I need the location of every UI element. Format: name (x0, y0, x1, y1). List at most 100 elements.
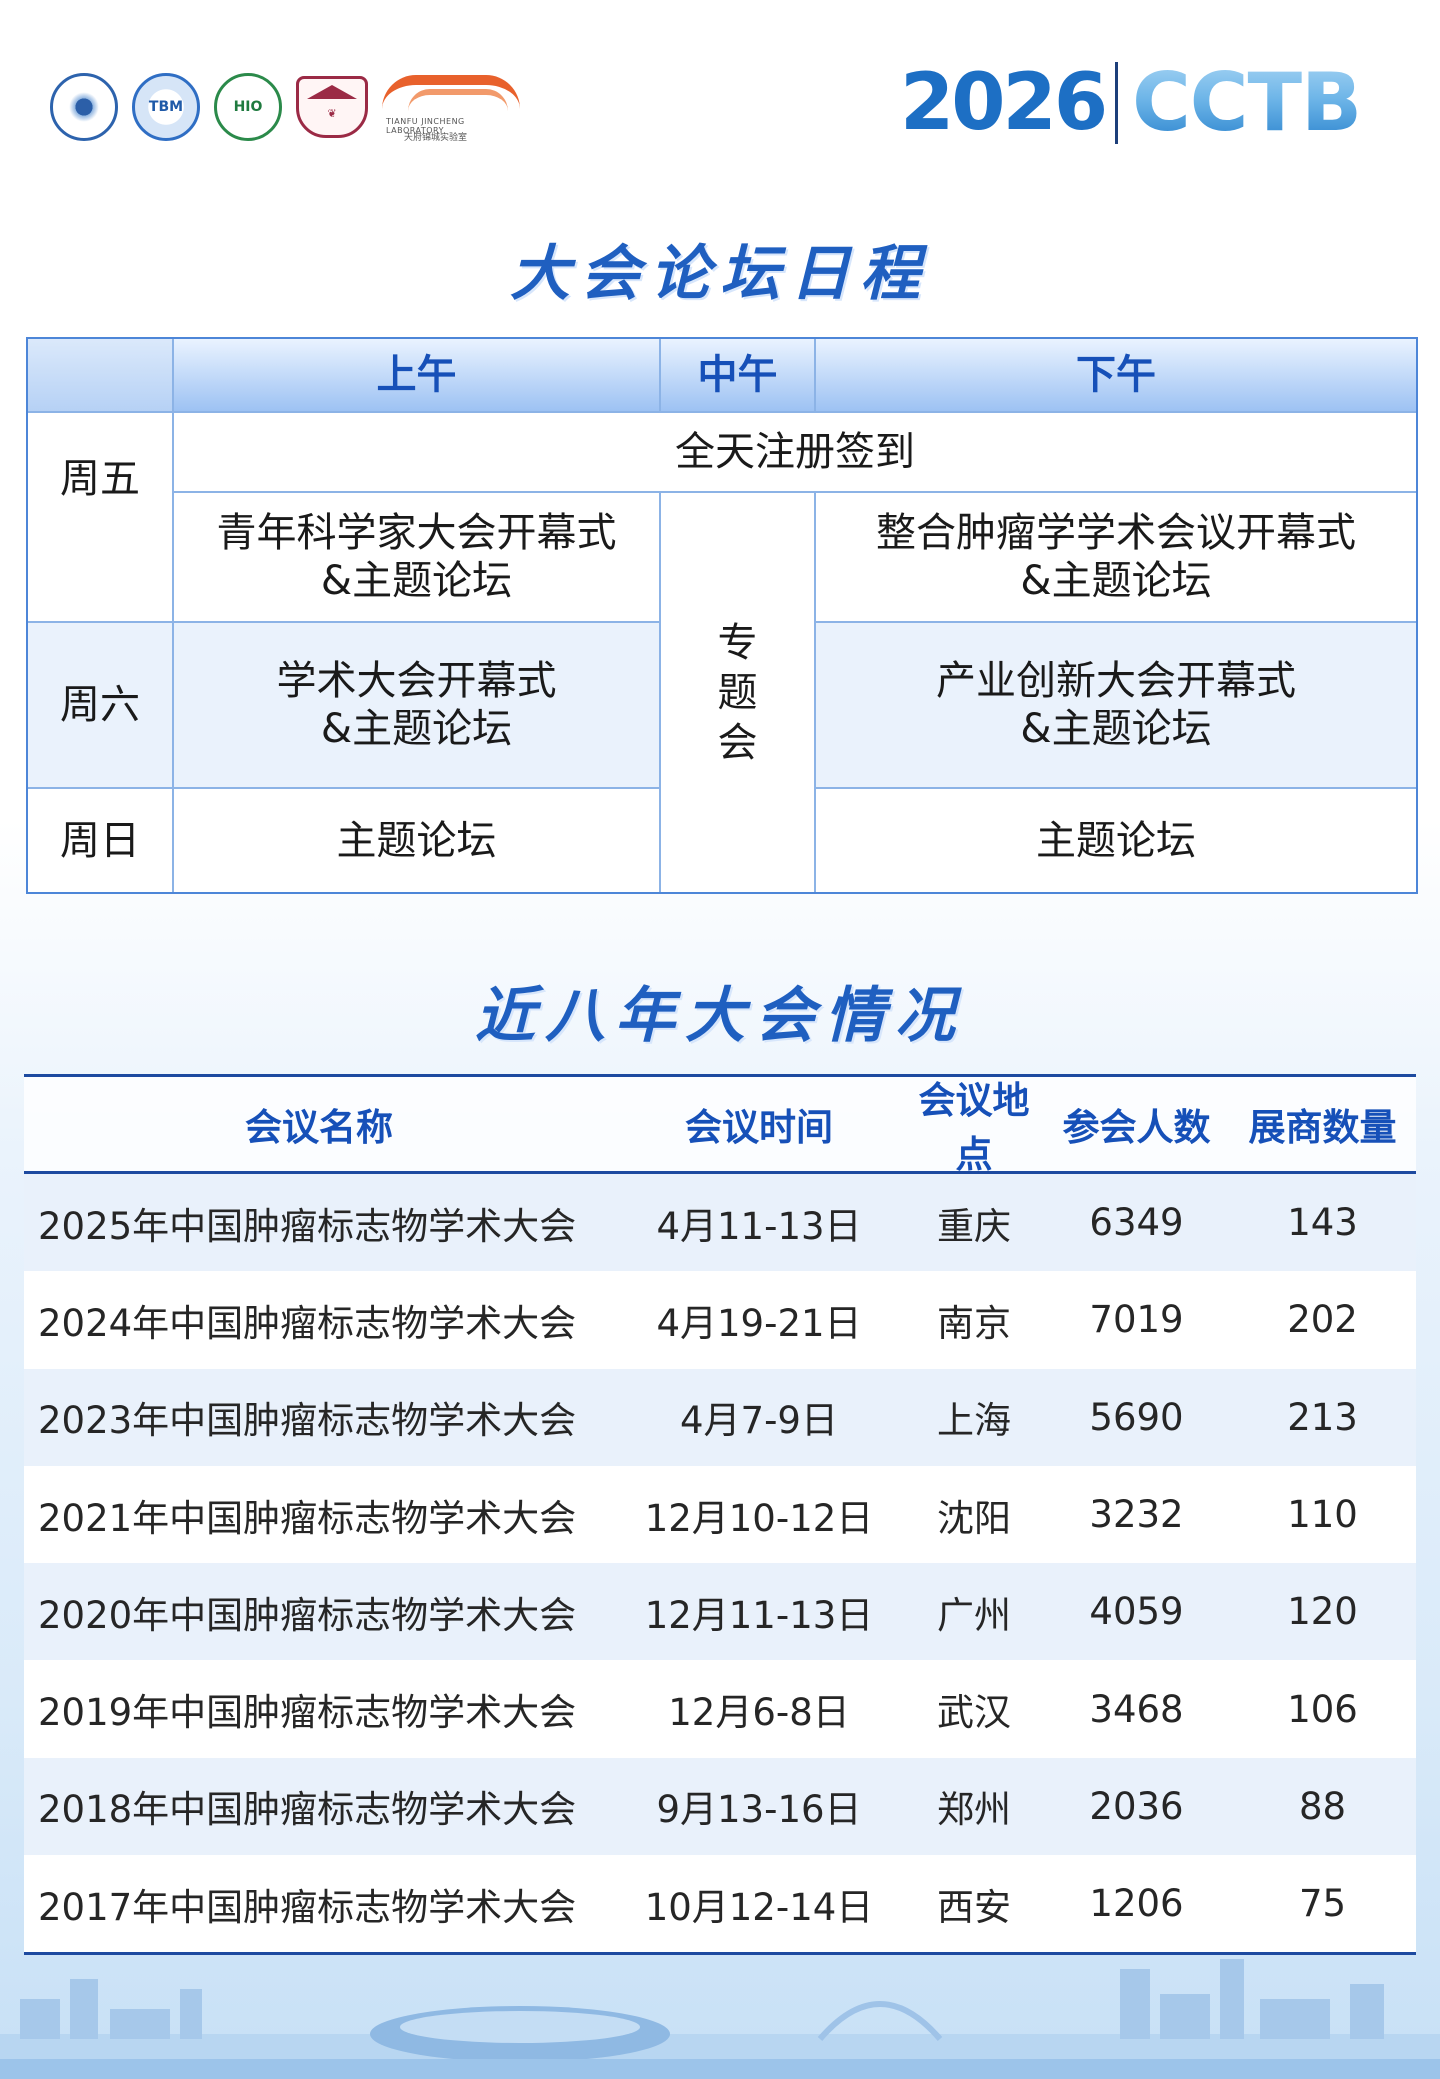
cell-attendees: 6349 (1089, 1201, 1184, 1245)
cell-meeting-name: 2020年中国肿瘤标志物学术大会 (38, 1593, 577, 1637)
cell-meeting-location: 南京 (937, 1301, 1011, 1345)
schedule-friday-afternoon-line1: 整合肿瘤学学术会议开幕式 (876, 510, 1356, 556)
schedule-friday-morning-line1: 青年科学家大会开幕式 (216, 510, 617, 556)
schedule-day-friday: 周五 (60, 456, 140, 502)
schedule-registration: 全天注册签到 (675, 429, 915, 475)
schedule-friday-afternoon-line2: &主题论坛 (1020, 558, 1212, 604)
cell-meeting-time: 4月7-9日 (680, 1399, 838, 1443)
grid-line (814, 787, 1416, 789)
cell-meeting-time: 12月11-13日 (644, 1593, 874, 1637)
cell-exhibitors: 106 (1287, 1687, 1358, 1731)
tbm-logo: TBM (132, 73, 200, 141)
schedule-header-afternoon: 下午 (816, 339, 1416, 411)
cell-meeting-time: 4月19-21日 (656, 1301, 862, 1345)
cell-meeting-name: 2017年中国肿瘤标志物学术大会 (38, 1885, 577, 1929)
tianfu-jincheng-laboratory-logo: TIANFU JINCHENG LABORATORY 天府锦城实验室 (382, 67, 522, 147)
cell-exhibitors: 120 (1287, 1590, 1358, 1634)
history-header-row: 会议名称 会议时间 会议地点 参会人数 展商数量 (24, 1074, 1416, 1176)
cell-meeting-location: 重庆 (937, 1204, 1011, 1248)
cell-exhibitors: 110 (1287, 1493, 1358, 1537)
table-row: 2017年中国肿瘤标志物学术大会 10月12-14日 西安 1206 75 (24, 1855, 1416, 1953)
grid-line (659, 491, 661, 892)
schedule-friday-morning: 青年科学家大会开幕式 &主题论坛 (174, 493, 659, 621)
schedule-saturday-morning-line1: 学术大会开幕式 (276, 658, 557, 704)
grid-line (814, 491, 816, 892)
grid-line (28, 621, 661, 623)
organizer-logos: TBM HIO ❦ TIANFU JINCHENG LABORATORY 天府锦… (50, 62, 522, 152)
schedule-header-morning: 上午 (174, 339, 659, 411)
conference-brand: 2026 CCTB (900, 56, 1362, 149)
grid-line (172, 339, 174, 892)
table-row: 2025年中国肿瘤标志物学术大会 4月11-13日 重庆 6349 143 (24, 1174, 1416, 1272)
hospital-logo: ❦ (296, 76, 368, 138)
cell-exhibitors: 143 (1287, 1201, 1358, 1245)
cell-meeting-name: 2025年中国肿瘤标志物学术大会 (38, 1204, 577, 1248)
schedule-sunday-afternoon: 主题论坛 (1036, 817, 1196, 864)
schedule-day-sunday: 周日 (60, 817, 140, 864)
schedule-saturday-morning-line2: &主题论坛 (320, 706, 513, 752)
caca-hio-logo: HIO (214, 73, 282, 141)
cell-meeting-location: 西安 (937, 1885, 1011, 1929)
cell-meeting-name: 2021年中国肿瘤标志物学术大会 (38, 1496, 577, 1540)
history-body: 2025年中国肿瘤标志物学术大会 4月11-13日 重庆 6349 143 2024年中国… (24, 1174, 1416, 1953)
schedule-sunday-morning: 主题论坛 (336, 817, 497, 864)
schedule-noon-special-session: 专 题 会 (661, 493, 814, 892)
cell-meeting-name: 2023年中国肿瘤标志物学术大会 (38, 1399, 577, 1443)
header-exhibitors: 展商数量 (1248, 1106, 1397, 1149)
brand-divider (1115, 62, 1119, 144)
cell-meeting-location: 广州 (937, 1593, 1011, 1637)
grid-line (814, 339, 816, 413)
cell-attendees: 3468 (1089, 1687, 1184, 1731)
cell-exhibitors: 202 (1287, 1298, 1358, 1342)
table-row: 2023年中国肿瘤标志物学术大会 4月7-9日 上海 5690 213 (24, 1368, 1416, 1466)
noon-char-2: 题 (717, 669, 758, 716)
cell-attendees: 3232 (1089, 1493, 1184, 1537)
table-row: 2019年中国肿瘤标志物学术大会 12月6-8日 武汉 3468 106 (24, 1660, 1416, 1758)
table-row: 2020年中国肿瘤标志物学术大会 12月11-13日 广州 4059 120 (24, 1563, 1416, 1661)
brand-year: 2026 (900, 58, 1108, 148)
cell-exhibitors: 75 (1298, 1882, 1347, 1926)
schedule-day-saturday: 周六 (28, 623, 172, 787)
grid-line (814, 621, 1416, 623)
schedule-friday-morning-line2: &主题论坛 (320, 558, 513, 604)
cell-meeting-time: 10月12-14日 (644, 1885, 874, 1929)
cell-attendees: 1206 (1089, 1882, 1184, 1926)
schedule-title: 大会论坛日程 (510, 239, 930, 309)
history-table: 会议名称 会议时间 会议地点 参会人数 展商数量 2025年中国肿瘤标志物学术大… (24, 1074, 1416, 1956)
cell-meeting-name: 2024年中国肿瘤标志物学术大会 (38, 1301, 577, 1345)
cell-attendees: 7019 (1089, 1298, 1184, 1342)
cell-meeting-name: 2018年中国肿瘤标志物学术大会 (38, 1788, 577, 1832)
cell-exhibitors: 88 (1298, 1784, 1347, 1828)
schedule-saturday-morning: 学术大会开幕式 &主题论坛 (174, 623, 659, 787)
cell-meeting-location: 武汉 (937, 1691, 1011, 1735)
schedule-friday-afternoon: 整合肿瘤学学术会议开幕式 &主题论坛 (816, 493, 1416, 621)
header-meeting-location: 会议地点 (918, 1079, 1030, 1176)
schedule-saturday-afternoon: 产业创新大会开幕式 &主题论坛 (816, 623, 1416, 787)
cell-meeting-location: 郑州 (937, 1788, 1011, 1832)
cell-meeting-time: 12月10-12日 (644, 1496, 874, 1540)
schedule-header-corner (28, 339, 172, 411)
china-anti-cancer-association-logo (50, 73, 118, 141)
table-row: 2024年中国肿瘤标志物学术大会 4月19-21日 南京 7019 202 (24, 1271, 1416, 1369)
cell-attendees: 5690 (1089, 1395, 1184, 1439)
city-skyline-illustration (0, 1959, 1440, 2079)
cell-attendees: 4059 (1089, 1590, 1184, 1634)
grid-line (28, 411, 1416, 413)
grid-line (28, 787, 661, 789)
schedule-saturday-afternoon-line2: &主题论坛 (1020, 706, 1212, 752)
cell-meeting-name: 2019年中国肿瘤标志物学术大会 (38, 1691, 577, 1735)
cell-exhibitors: 213 (1287, 1395, 1358, 1439)
cell-meeting-location: 沈阳 (937, 1496, 1011, 1540)
schedule-saturday-afternoon-line1: 产业创新大会开幕式 (936, 658, 1296, 704)
cell-meeting-location: 上海 (937, 1399, 1011, 1443)
cell-attendees: 2036 (1089, 1784, 1184, 1828)
cell-meeting-time: 4月11-13日 (656, 1204, 862, 1248)
grid-line (174, 491, 1416, 493)
header-meeting-name: 会议名称 (245, 1106, 393, 1149)
schedule-table: 上午 中午 下午 周五 全天注册签到 青年科学家大会开幕式 &主题论坛 整合肿瘤… (26, 337, 1418, 894)
history-title: 近八年大会情况 (475, 981, 965, 1051)
header-attendees: 参会人数 (1062, 1106, 1211, 1149)
schedule-header-noon: 中午 (661, 339, 814, 411)
brand-name: CCTB (1132, 56, 1362, 149)
header-meeting-time: 会议时间 (685, 1106, 833, 1149)
